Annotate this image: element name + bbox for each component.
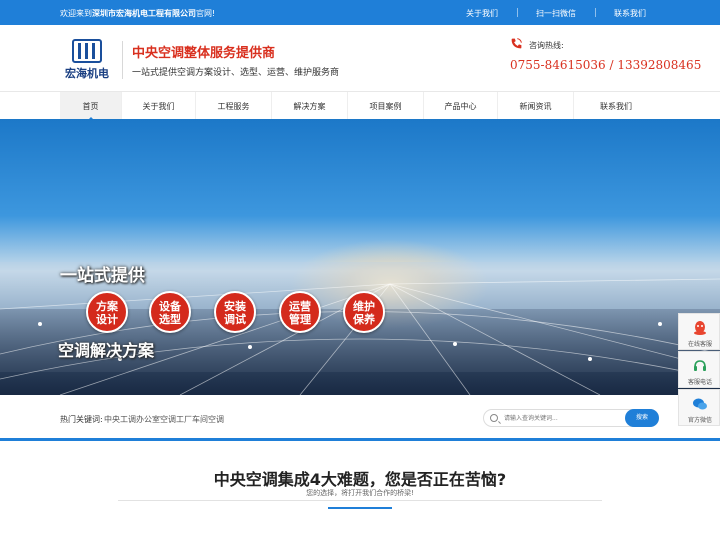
welcome-prefix: 欢迎来到: [60, 9, 92, 18]
float-label: 在线客服: [687, 341, 712, 348]
welcome-text: 欢迎来到深圳市宏海机电工程有限公司官网!: [60, 8, 215, 19]
banner-circle-install: 安装 调试: [214, 291, 256, 333]
nav-item-home[interactable]: 首页: [60, 92, 122, 120]
top-link-about[interactable]: 关于我们: [466, 0, 498, 25]
logo[interactable]: 宏海机电: [60, 35, 114, 85]
qq-icon: [694, 321, 706, 335]
float-label: 客服电话: [687, 379, 712, 386]
hotline-label: 咨询热线:: [529, 41, 564, 50]
circle-line: 设计: [96, 313, 118, 326]
brand-title: 中央空调整体服务提供商: [132, 46, 276, 61]
header-divider: [122, 41, 123, 79]
top-link-contact[interactable]: 联系我们: [595, 0, 646, 25]
circle-line: 方案: [96, 300, 118, 313]
company-name: 深圳市宏海机电工程有限公司: [92, 9, 196, 18]
top-link-wechat[interactable]: 扫一扫微信: [517, 0, 576, 25]
hot-keywords[interactable]: 中央工调办公室空调工厂车间空调: [104, 414, 224, 425]
circle-line: 保养: [353, 313, 375, 326]
float-wechat[interactable]: 官方微信: [678, 389, 720, 426]
circle-line: 运营: [289, 300, 311, 313]
hotline-numbers[interactable]: 0755-84615036 / 13392808465: [510, 58, 701, 72]
nav-item-contact[interactable]: 联系我们: [574, 92, 658, 120]
section-subtitle: 您的选择，将打开我们合作的桥梁!: [306, 489, 414, 497]
top-bar: 欢迎来到深圳市宏海机电工程有限公司官网! 关于我们 扫一扫微信 联系我们: [0, 0, 720, 25]
nav-item-about[interactable]: 关于我们: [122, 92, 196, 120]
circle-line: 管理: [289, 313, 311, 326]
floating-service-panel: 在线客服 客服电话 官方微信: [678, 313, 720, 428]
main-nav: 首页 关于我们 工程服务 解决方案 项目案例 产品中心 新闻资讯 联系我们: [0, 91, 720, 120]
search-input[interactable]: [504, 412, 619, 424]
banner-circle-operation: 运营 管理: [279, 291, 321, 333]
nav-item-cases[interactable]: 项目案例: [348, 92, 424, 120]
welcome-suffix: 官网!: [196, 9, 216, 18]
section-title: 中央空调集成4大难题，您是否正在苦恼?: [213, 470, 507, 489]
search-button[interactable]: 搜索: [625, 409, 659, 427]
headset-icon: [694, 360, 706, 371]
float-online-service[interactable]: 在线客服: [678, 313, 720, 350]
nav-item-engineering[interactable]: 工程服务: [196, 92, 272, 120]
banner-circle-maintenance: 维护 保养: [343, 291, 385, 333]
search-box: 搜索: [483, 409, 659, 427]
float-service-phone[interactable]: 客服电话: [678, 351, 720, 388]
circle-line: 安装: [224, 300, 246, 313]
top-links: 关于我们 扫一扫微信 联系我们: [428, 0, 646, 25]
circle-line: 维护: [353, 300, 375, 313]
circle-line: 设备: [159, 300, 181, 313]
banner-slogan-bottom: 空调解决方案: [58, 341, 155, 360]
site-header: 宏海机电 中央空调整体服务提供商 一站式提供空调方案设计、选型、运营、维护服务商…: [0, 25, 720, 91]
phone-icon: [511, 38, 522, 49]
float-label: 官方微信: [687, 417, 712, 424]
hot-keywords-label: 热门关键词:: [60, 415, 103, 424]
search-icon: [490, 414, 498, 422]
logo-text: 宏海机电: [65, 67, 109, 80]
section-accent-bar: [328, 507, 392, 509]
wechat-icon: [693, 398, 707, 410]
banner-circle-design: 方案 设计: [86, 291, 128, 333]
nav-item-news[interactable]: 新闻资讯: [498, 92, 574, 120]
circle-line: 调试: [224, 313, 246, 326]
search-row: 热门关键词: 中央工调办公室空调工厂车间空调 搜索: [0, 395, 720, 441]
banner-circle-selection: 设备 选型: [149, 291, 191, 333]
brand-subtitle: 一站式提供空调方案设计、选型、运营、维护服务商: [132, 68, 340, 78]
circle-line: 选型: [159, 313, 181, 326]
nav-item-solutions[interactable]: 解决方案: [272, 92, 348, 120]
logo-mark-icon: [72, 39, 102, 63]
nav-item-products[interactable]: 产品中心: [424, 92, 498, 120]
banner-slogan-top: 一站式提供: [60, 266, 145, 286]
hero-banner[interactable]: 一站式提供 方案 设计 设备 选型 安装 调试 运营 管理 维护 保养 空调解决…: [0, 119, 720, 395]
section-divider: [118, 500, 602, 501]
